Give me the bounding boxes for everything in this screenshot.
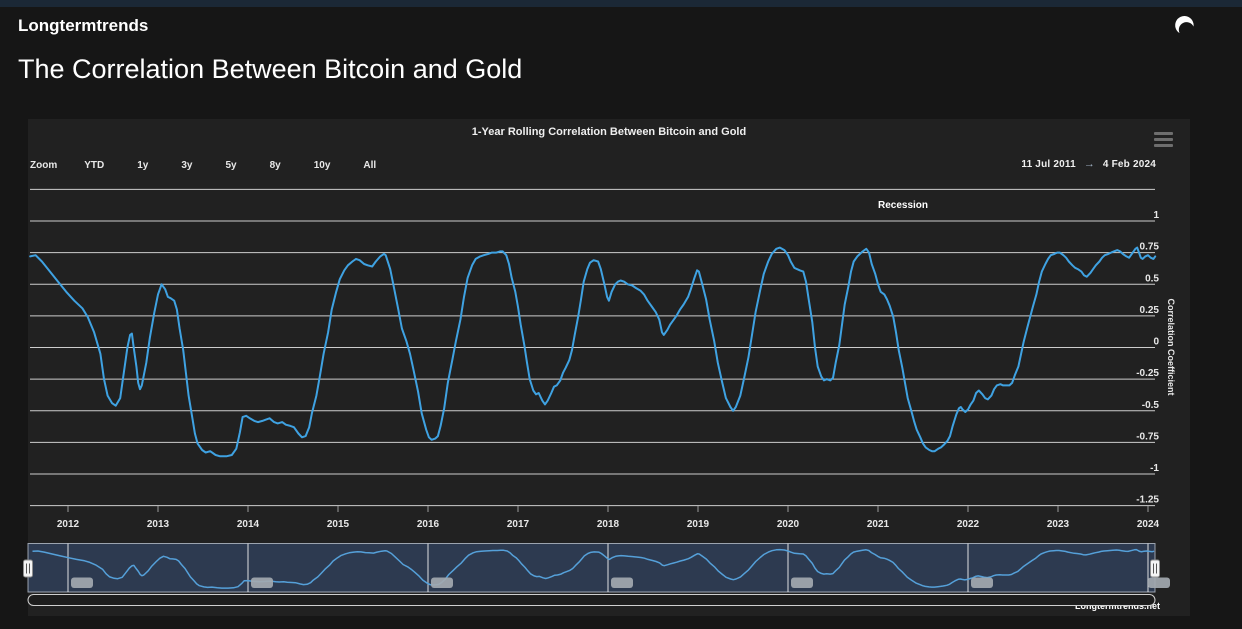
chart-context-menu-button[interactable]	[1154, 132, 1178, 150]
date-to-input[interactable]: 4 Feb 2024	[1103, 159, 1156, 170]
chart-title: 1-Year Rolling Correlation Between Bitco…	[471, 126, 747, 138]
legend-item-recession[interactable]: Recession	[878, 200, 928, 211]
chart-legend: Recession	[828, 195, 978, 213]
range-button-10y[interactable]: 10y	[308, 158, 337, 173]
date-range-display: 11 Jul 2011 → 4 Feb 2024	[1021, 158, 1156, 170]
range-button-ytd[interactable]: YTD	[78, 158, 110, 173]
top-window-strip	[0, 0, 1242, 7]
horizontal-scrollbar[interactable]	[27, 594, 1156, 606]
page: Longtermtrends The Correlation Between B…	[0, 0, 1242, 629]
brand-logo[interactable]: Longtermtrends	[18, 16, 148, 36]
range-button-3y[interactable]: 3y	[175, 158, 198, 173]
hamburger-menu-icon	[1154, 132, 1178, 147]
page-title: The Correlation Between Bitcoin and Gold	[18, 54, 523, 84]
range-button-1y[interactable]: 1y	[131, 158, 154, 173]
zoom-label: Zoom	[30, 160, 58, 171]
date-from-input[interactable]: 11 Jul 2011	[1021, 159, 1075, 170]
theme-toggle-button[interactable]	[1168, 12, 1200, 44]
navigator-right-handle[interactable]	[1150, 559, 1160, 578]
range-button-8y[interactable]: 8y	[264, 158, 287, 173]
range-selector: Zoom YTD 1y 3y 5y 8y 10y All	[30, 158, 382, 173]
moon-icon	[1175, 15, 1194, 33]
navigator-left-handle[interactable]	[23, 559, 33, 578]
range-button-all[interactable]: All	[357, 158, 382, 173]
navigator-track[interactable]	[27, 543, 1156, 593]
chart-panel: 1-Year Rolling Correlation Between Bitco…	[28, 119, 1190, 616]
arrow-right-icon: →	[1083, 158, 1095, 170]
range-button-5y[interactable]: 5y	[219, 158, 242, 173]
